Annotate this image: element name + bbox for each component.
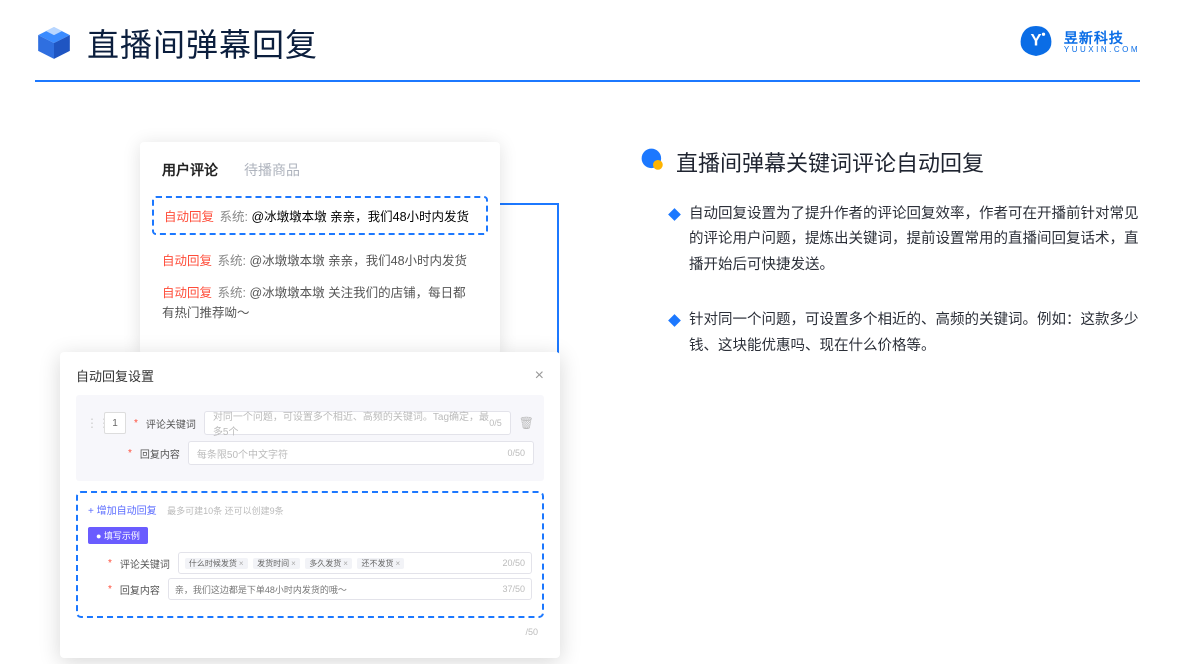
logo-cn: 昱新科技 bbox=[1064, 31, 1140, 46]
add-auto-reply-link[interactable]: + 增加自动回复 bbox=[88, 506, 157, 517]
add-limit-hint: 最多可建10条 还可以创建9条 bbox=[167, 506, 284, 516]
auto-reply-badge: 自动回复 bbox=[164, 210, 214, 224]
keyword-input[interactable]: 对同一个问题，可设置多个相近、高频的关键词。Tag确定，最多5个 0/5 bbox=[204, 411, 511, 435]
logo-icon: Y bbox=[1018, 23, 1054, 64]
example-pill: ● 填写示例 bbox=[88, 527, 148, 544]
auto-reply-settings-modal: 自动回复设置 × ⋮⋮ 1 * 评论关键词 对同一个问题，可设置多个相近、高频的… bbox=[60, 352, 560, 658]
keyword-counter: 0/5 bbox=[489, 418, 502, 428]
system-label: 系统: bbox=[218, 254, 246, 268]
content-counter: 0/50 bbox=[507, 448, 525, 458]
example-keyword-counter: 20/50 bbox=[502, 558, 525, 568]
diamond-icon bbox=[668, 314, 681, 327]
comment-text: @冰墩墩本墩 亲亲，我们48小时内发货 bbox=[251, 210, 469, 224]
auto-reply-badge: 自动回复 bbox=[162, 286, 212, 300]
bullet-2-text: 针对同一个问题，可设置多个相近的、高频的关键词。例如：这款多少钱、这块能优惠吗、… bbox=[689, 308, 1140, 359]
svg-text:Y: Y bbox=[1030, 31, 1041, 49]
example-keyword-input[interactable]: 什么时候发货× 发货时间× 多久发货× 还不发货× 20/50 bbox=[178, 552, 532, 574]
required-asterisk: * bbox=[108, 584, 112, 595]
content-input[interactable]: 每条限50个中文字符 0/50 bbox=[188, 441, 534, 465]
example-box: + 增加自动回复 最多可建10条 还可以创建9条 ● 填写示例 * 评论关键词 … bbox=[76, 491, 544, 618]
example-content-input[interactable]: 亲，我们这边都是下单48小时内发货的哦～ 37/50 bbox=[168, 578, 532, 600]
example-content-label: 回复内容 bbox=[120, 582, 160, 597]
comments-panel: 用户评论 待播商品 自动回复 系统: @冰墩墩本墩 亲亲，我们48小时内发货 自… bbox=[140, 142, 500, 355]
system-label: 系统: bbox=[220, 210, 248, 224]
bullet-1-text: 自动回复设置为了提升作者的评论回复效率，作者可在开播前针对常见的评论用户问题，提… bbox=[689, 202, 1140, 278]
content-placeholder: 每条限50个中文字符 bbox=[197, 446, 288, 461]
tab-pending-goods[interactable]: 待播商品 bbox=[244, 160, 300, 180]
required-asterisk: * bbox=[128, 448, 132, 459]
auto-reply-badge: 自动回复 bbox=[162, 254, 212, 268]
chat-bubble-icon bbox=[640, 147, 666, 178]
bullet-2: 针对同一个问题，可设置多个相近的、高频的关键词。例如：这款多少钱、这块能优惠吗、… bbox=[670, 308, 1140, 359]
bottom-counter: /50 bbox=[525, 627, 538, 637]
system-label: 系统: bbox=[218, 286, 246, 300]
tab-user-comments[interactable]: 用户评论 bbox=[162, 160, 218, 180]
sequence-number: 1 bbox=[104, 412, 126, 434]
comment-text: @冰墩墩本墩 亲亲，我们48小时内发货 bbox=[249, 254, 467, 268]
cube-icon bbox=[35, 24, 73, 62]
brand-logo: Y 昱新科技 YUUXIN.COM bbox=[1018, 23, 1140, 64]
content-label: 回复内容 bbox=[140, 446, 180, 461]
comment-row: 自动回复 系统: @冰墩墩本墩 亲亲，我们48小时内发货 bbox=[140, 245, 500, 277]
delete-icon[interactable]: 🗑 bbox=[519, 416, 534, 430]
bullet-1: 自动回复设置为了提升作者的评论回复效率，作者可在开播前针对常见的评论用户问题，提… bbox=[670, 202, 1140, 278]
example-content-text: 亲，我们这边都是下单48小时内发货的哦～ bbox=[175, 583, 347, 596]
keyword-label: 评论关键词 bbox=[146, 416, 196, 431]
keyword-placeholder: 对同一个问题，可设置多个相近、高频的关键词。Tag确定，最多5个 bbox=[213, 408, 489, 438]
drag-handle-icon[interactable]: ⋮⋮ bbox=[86, 416, 96, 430]
close-icon[interactable]: × bbox=[535, 367, 544, 385]
example-keyword-label: 评论关键词 bbox=[120, 556, 170, 571]
page-title: 直播间弹幕回复 bbox=[87, 20, 318, 66]
modal-title: 自动回复设置 bbox=[76, 366, 154, 385]
highlighted-comment: 自动回复 系统: @冰墩墩本墩 亲亲，我们48小时内发货 bbox=[152, 196, 488, 235]
section-title: 直播间弹幕关键词评论自动回复 bbox=[676, 146, 984, 178]
comment-row: 自动回复 系统: @冰墩墩本墩 关注我们的店铺，每日都有热门推荐呦～ bbox=[140, 277, 500, 329]
diamond-icon bbox=[668, 208, 681, 221]
example-content-counter: 37/50 bbox=[502, 584, 525, 594]
required-asterisk: * bbox=[134, 418, 138, 429]
required-asterisk: * bbox=[108, 558, 112, 569]
logo-en: YUUXIN.COM bbox=[1064, 46, 1140, 55]
example-tags: 什么时候发货× 发货时间× 多久发货× 还不发货× bbox=[185, 558, 407, 569]
